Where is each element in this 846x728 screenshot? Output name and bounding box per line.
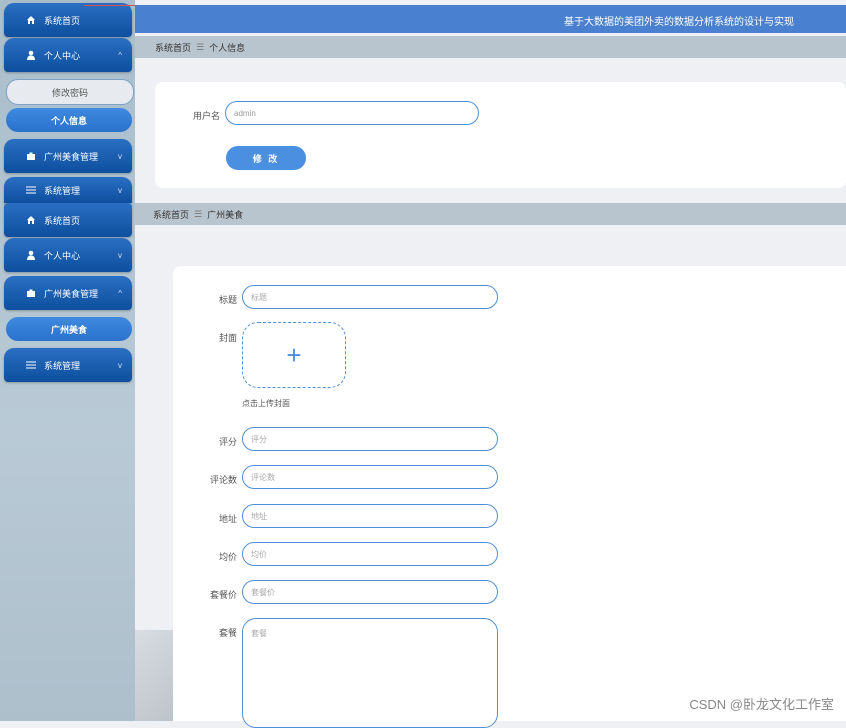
chevron-up-icon: ^ xyxy=(118,288,122,298)
sidebar-item-guangzhou-food[interactable]: 广州美食 xyxy=(6,317,132,341)
menu-icon: ☰ xyxy=(194,208,203,219)
breadcrumb-current: 广州美食 xyxy=(207,209,244,220)
home-icon xyxy=(26,215,36,225)
username-input[interactable]: admin xyxy=(225,101,479,125)
plus-icon: + xyxy=(286,339,302,370)
breadcrumb: 系统首页 ☰ 广州美食 xyxy=(135,203,846,225)
breadcrumb: 系统首页 ☰ 个人信息 xyxy=(135,36,846,58)
breadcrumb-current: 个人信息 xyxy=(209,42,246,53)
sidebar-item-home[interactable]: 系统首页 xyxy=(4,3,132,37)
sidebar-item-change-password[interactable]: 修改密码 xyxy=(6,79,134,105)
sidebar-item-label: 广州美食管理 xyxy=(44,151,99,162)
profile-form-card xyxy=(155,82,846,188)
set-price-label: 套餐价 xyxy=(209,590,237,600)
sidebar-item-food-management[interactable]: 广州美食管理 v xyxy=(4,139,132,173)
sidebar-item-label: 个人中心 xyxy=(44,250,81,261)
breadcrumb-home[interactable]: 系统首页 xyxy=(155,41,191,54)
user-icon xyxy=(26,50,36,60)
username-label: 用户名 xyxy=(192,111,220,121)
avg-price-label: 均价 xyxy=(218,552,237,562)
update-button[interactable]: 修 改 xyxy=(226,146,306,170)
chevron-up-icon: ^ xyxy=(118,50,122,60)
sidebar-item-label: 广州美食管理 xyxy=(44,288,99,299)
sidebar-item-personal-center[interactable]: 个人中心 ^ xyxy=(4,38,132,72)
cover-upload-hint: 点击上传封面 xyxy=(242,399,290,408)
address-label: 地址 xyxy=(218,514,237,524)
set-meal-textarea[interactable]: 套餐 xyxy=(242,618,498,728)
chevron-down-icon: v xyxy=(118,360,122,370)
sidebar-item-home[interactable]: 系统首页 xyxy=(4,203,132,237)
sidebar-item-personal-center[interactable]: 个人中心 v xyxy=(4,238,132,272)
sidebar-item-label: 系统管理 xyxy=(44,185,81,196)
sidebar-item-label: 广州美食 xyxy=(50,324,87,335)
sliders-icon xyxy=(26,360,36,370)
breadcrumb-home[interactable]: 系统首页 xyxy=(153,208,189,221)
address-input[interactable]: 地址 xyxy=(242,504,498,528)
sidebar-item-label: 系统首页 xyxy=(44,215,81,226)
sidebar-item-label: 系统管理 xyxy=(44,360,81,371)
user-icon xyxy=(26,250,36,260)
title-input[interactable]: 标题 xyxy=(242,285,498,309)
chevron-down-icon: v xyxy=(118,151,122,161)
sidebar-item-system-management[interactable]: 系统管理 v xyxy=(4,348,132,382)
avg-price-input[interactable]: 均价 xyxy=(242,542,498,566)
rating-label: 评分 xyxy=(218,437,237,447)
sliders-icon xyxy=(26,185,36,195)
top-accent-line xyxy=(84,5,136,6)
sidebar-item-food-management[interactable]: 广州美食管理 ^ xyxy=(4,276,132,310)
sidebar-item-label: 个人信息 xyxy=(50,115,87,126)
page-title: 基于大数据的美团外卖的数据分析系统的设计与实现 xyxy=(564,17,794,28)
set-meal-label: 套餐 xyxy=(218,628,237,638)
briefcase-icon xyxy=(26,151,36,161)
chevron-down-icon: v xyxy=(118,185,122,195)
header-bar: 基于大数据的美团外卖的数据分析系统的设计与实现 xyxy=(135,5,846,33)
briefcase-icon xyxy=(26,288,36,298)
sidebar-item-label: 修改密码 xyxy=(51,87,88,98)
chevron-down-icon: v xyxy=(118,250,122,260)
sidebar-item-label: 系统首页 xyxy=(44,15,81,26)
sidebar-item-system-management[interactable]: 系统管理 v xyxy=(4,177,132,203)
cover-label: 封面 xyxy=(218,333,237,343)
background-texture xyxy=(135,630,175,721)
set-price-input[interactable]: 套餐价 xyxy=(242,580,498,604)
reviews-input[interactable]: 评论数 xyxy=(242,465,498,489)
cover-upload[interactable]: + xyxy=(242,322,346,388)
rating-input[interactable]: 评分 xyxy=(242,427,498,451)
menu-icon: ☰ xyxy=(196,41,205,52)
home-icon xyxy=(26,15,36,25)
sidebar-item-label: 个人中心 xyxy=(44,50,81,61)
reviews-label: 评论数 xyxy=(209,475,237,485)
sidebar-item-personal-info[interactable]: 个人信息 xyxy=(6,108,132,132)
watermark: CSDN @卧龙文化工作室 xyxy=(689,697,834,712)
title-label: 标题 xyxy=(218,295,237,305)
